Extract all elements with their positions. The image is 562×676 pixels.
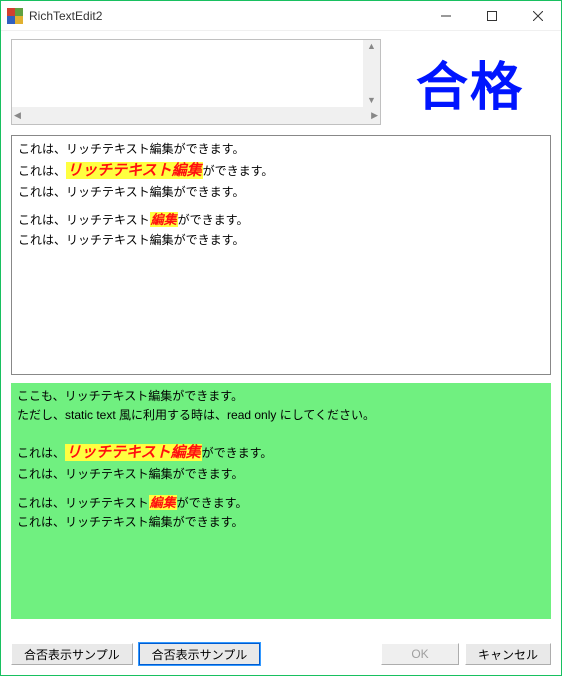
sample1-button[interactable]: 合否表示サンプル bbox=[11, 643, 133, 665]
pass-text: 合格 bbox=[416, 45, 524, 120]
rich1-line5: これは、リッチテキスト編集ができます。 bbox=[18, 231, 544, 250]
close-button[interactable] bbox=[515, 1, 561, 31]
button-bar: 合否表示サンプル 合否表示サンプル OK キャンセル bbox=[11, 643, 551, 665]
scroll-down-icon[interactable]: ▼ bbox=[365, 94, 378, 107]
vertical-scrollbar[interactable]: ▲ ▼ bbox=[363, 40, 380, 107]
minimize-button[interactable] bbox=[423, 1, 469, 31]
sample2-button[interactable]: 合否表示サンプル bbox=[139, 643, 261, 665]
richtext-editable[interactable]: これは、リッチテキスト編集ができます。 これは、リッチテキスト編集ができます。 … bbox=[11, 135, 551, 375]
rich2-line3: これは、リッチテキスト編集ができます。 bbox=[17, 465, 545, 484]
rich1-line4: これは、リッチテキスト編集ができます。 bbox=[18, 210, 544, 231]
top-textarea[interactable]: ▲ ▼ ◀ ▶ bbox=[11, 39, 381, 125]
rich2-line5: これは、リッチテキスト編集ができます。 bbox=[17, 513, 545, 532]
richtext-readonly: ここも、リッチテキスト編集ができます。 ただし、static text 風に利用… bbox=[11, 383, 551, 619]
rich2-intro1: ここも、リッチテキスト編集ができます。 bbox=[17, 387, 545, 406]
ok-button[interactable]: OK bbox=[381, 643, 459, 665]
cancel-button[interactable]: キャンセル bbox=[465, 643, 551, 665]
rich1-line1: これは、リッチテキスト編集ができます。 bbox=[18, 140, 544, 159]
app-icon bbox=[7, 8, 23, 24]
maximize-button[interactable] bbox=[469, 1, 515, 31]
rich1-line2: これは、リッチテキスト編集ができます。 bbox=[18, 159, 544, 183]
highlight-text: リッチテキスト編集 bbox=[65, 444, 202, 461]
pass-fail-label: 合格 bbox=[389, 39, 551, 125]
highlight-text: 編集 bbox=[150, 212, 178, 227]
rich1-line3: これは、リッチテキスト編集ができます。 bbox=[18, 183, 544, 202]
rich2-intro2: ただし、static text 風に利用する時は、read only にしてくだ… bbox=[17, 406, 545, 425]
titlebar: RichTextEdit2 bbox=[1, 1, 561, 31]
window-title: RichTextEdit2 bbox=[29, 9, 102, 23]
scroll-left-icon[interactable]: ◀ bbox=[12, 109, 23, 122]
highlight-text: リッチテキスト編集 bbox=[66, 162, 203, 179]
scroll-up-icon[interactable]: ▲ bbox=[365, 40, 378, 53]
highlight-text: 編集 bbox=[149, 495, 177, 510]
horizontal-scrollbar[interactable]: ◀ ▶ bbox=[12, 107, 380, 124]
scroll-right-icon[interactable]: ▶ bbox=[369, 109, 380, 122]
rich2-line2: これは、リッチテキスト編集ができます。 bbox=[17, 441, 545, 465]
rich2-line4: これは、リッチテキスト編集ができます。 bbox=[17, 493, 545, 514]
